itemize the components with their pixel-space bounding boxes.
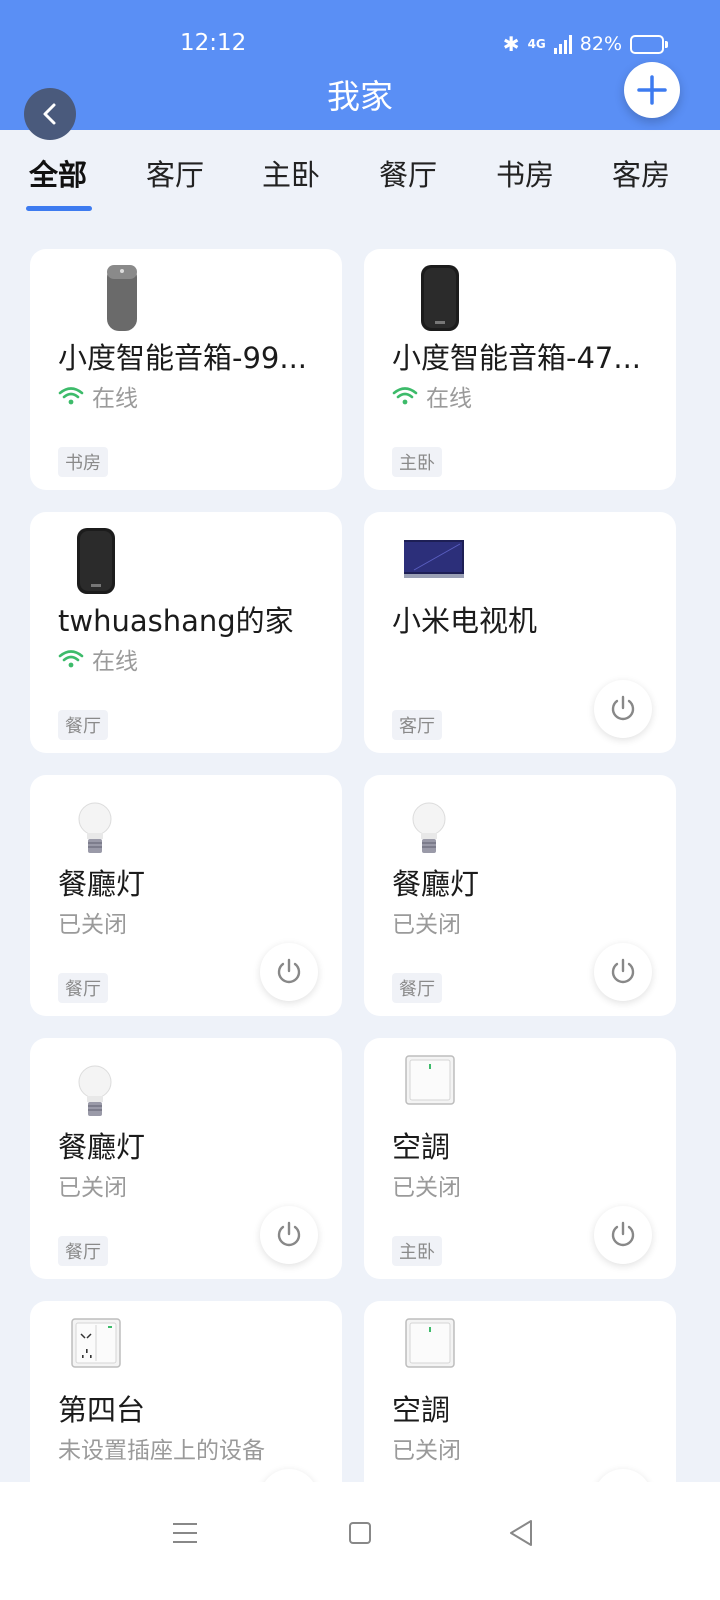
power-icon — [611, 695, 635, 721]
room-badge: 主卧 — [392, 1236, 442, 1266]
device-status: 在线 — [392, 379, 472, 413]
power-button[interactable] — [594, 1206, 652, 1264]
device-status-text: 已关闭 — [392, 1175, 461, 1201]
room-badge: 客厅 — [392, 710, 442, 740]
light-bulb-icon — [78, 1065, 112, 1116]
device-status: 已关闭 — [392, 1431, 461, 1465]
plus-icon — [637, 75, 667, 105]
device-name: 小米电视机 — [392, 604, 538, 638]
add-device-button[interactable] — [624, 62, 680, 118]
device-card[interactable]: 餐廳灯 已关闭 餐厅 — [30, 775, 342, 1016]
power-button[interactable] — [594, 680, 652, 738]
wall-socket-icon — [71, 1318, 121, 1368]
wifi-icon — [58, 650, 84, 668]
network-type: 4G — [527, 37, 546, 51]
device-status: 已关闭 — [392, 905, 461, 939]
power-icon — [277, 1221, 301, 1247]
power-icon — [277, 958, 301, 984]
gray-speaker-icon — [107, 265, 137, 331]
power-icon — [611, 958, 635, 984]
device-card[interactable]: 小度智能音箱-99... 在线 书房 — [30, 249, 342, 490]
device-status-text: 已关闭 — [392, 1438, 461, 1464]
device-status-text: 已关闭 — [58, 912, 127, 938]
device-status-text: 在线 — [426, 386, 472, 412]
device-name: 空調 — [392, 1130, 451, 1164]
device-status-text: 已关闭 — [58, 1175, 127, 1201]
device-status-text: 未设置插座上的设备 — [58, 1438, 265, 1464]
tv-icon — [404, 540, 464, 578]
status-time: 12:12 — [180, 30, 247, 56]
tab-dining-room[interactable]: 餐厅 — [379, 152, 437, 194]
device-name: 餐廳灯 — [58, 867, 146, 901]
power-button[interactable] — [594, 943, 652, 1001]
device-status: 未设置插座上的设备 — [58, 1431, 265, 1465]
tab-guest-room[interactable]: 客房 — [612, 152, 670, 194]
page-title: 我家 — [327, 77, 393, 116]
black-speaker-icon — [421, 265, 459, 331]
wifi-icon — [58, 387, 84, 405]
room-badge: 餐厅 — [58, 973, 108, 1003]
device-status: 已关闭 — [58, 1168, 127, 1202]
tab-master-bedroom[interactable]: 主卧 — [262, 152, 320, 194]
header-bar: 12:12 ✱ 4G 82% 我家 — [0, 0, 720, 130]
device-card[interactable]: twhuashang的家 在线 餐厅 — [30, 512, 342, 753]
back-nav-button[interactable] — [496, 1508, 546, 1558]
device-status: 在线 — [58, 642, 138, 676]
device-status: 在线 — [58, 379, 138, 413]
device-name: 小度智能音箱-47... — [392, 341, 642, 375]
device-card[interactable]: 空調 已关闭 主卧 — [364, 1038, 676, 1279]
room-badge: 餐厅 — [392, 973, 442, 1003]
tab-all[interactable]: 全部 — [29, 152, 87, 194]
room-tabs: 全部 客厅 主卧 餐厅 书房 客房 — [0, 130, 720, 220]
device-card[interactable]: 小度智能音箱-47... 在线 主卧 — [364, 249, 676, 490]
signal-icon — [553, 34, 572, 54]
status-icons: ✱ 4G 82% — [502, 32, 668, 56]
device-name: 空調 — [392, 1393, 451, 1427]
back-triangle-icon — [510, 1520, 532, 1546]
device-name: 第四台 — [58, 1393, 146, 1427]
wall-switch-icon — [405, 1055, 455, 1105]
device-status: 已关闭 — [58, 905, 127, 939]
device-status-text: 在线 — [92, 386, 138, 412]
device-card[interactable]: 餐廳灯 已关闭 餐厅 — [364, 775, 676, 1016]
device-name: 餐廳灯 — [392, 867, 480, 901]
device-status: 已关闭 — [392, 1168, 461, 1202]
tab-living-room[interactable]: 客厅 — [146, 152, 204, 194]
black-speaker-icon — [77, 528, 115, 594]
power-icon — [611, 1221, 635, 1247]
power-button[interactable] — [260, 943, 318, 1001]
battery-percent: 82% — [579, 33, 622, 55]
menu-icon — [173, 1523, 197, 1543]
active-tab-indicator — [26, 206, 92, 211]
chevron-left-icon — [43, 103, 56, 125]
device-name: 小度智能音箱-99... — [58, 341, 308, 375]
device-status-text: 在线 — [92, 649, 138, 675]
tab-study[interactable]: 书房 — [496, 152, 554, 194]
system-nav-bar — [0, 1482, 720, 1600]
light-bulb-icon — [78, 802, 112, 853]
room-badge: 书房 — [58, 447, 108, 477]
device-status-text: 已关闭 — [392, 912, 461, 938]
device-name: 餐廳灯 — [58, 1130, 146, 1164]
home-square-icon — [349, 1522, 371, 1544]
menu-nav-button[interactable] — [160, 1508, 210, 1558]
wifi-icon — [392, 387, 418, 405]
device-card[interactable]: 餐廳灯 已关闭 餐厅 — [30, 1038, 342, 1279]
light-bulb-icon — [412, 802, 446, 853]
bluetooth-icon: ✱ — [502, 32, 520, 56]
device-card[interactable]: 小米电视机 客厅 — [364, 512, 676, 753]
wall-switch-icon — [405, 1318, 455, 1368]
back-button[interactable] — [24, 88, 76, 140]
room-badge: 餐厅 — [58, 710, 108, 740]
room-badge: 餐厅 — [58, 1236, 108, 1266]
battery-icon — [630, 34, 668, 54]
home-nav-button[interactable] — [335, 1508, 385, 1558]
room-badge: 主卧 — [392, 447, 442, 477]
device-name: twhuashang的家 — [58, 604, 294, 638]
power-button[interactable] — [260, 1206, 318, 1264]
